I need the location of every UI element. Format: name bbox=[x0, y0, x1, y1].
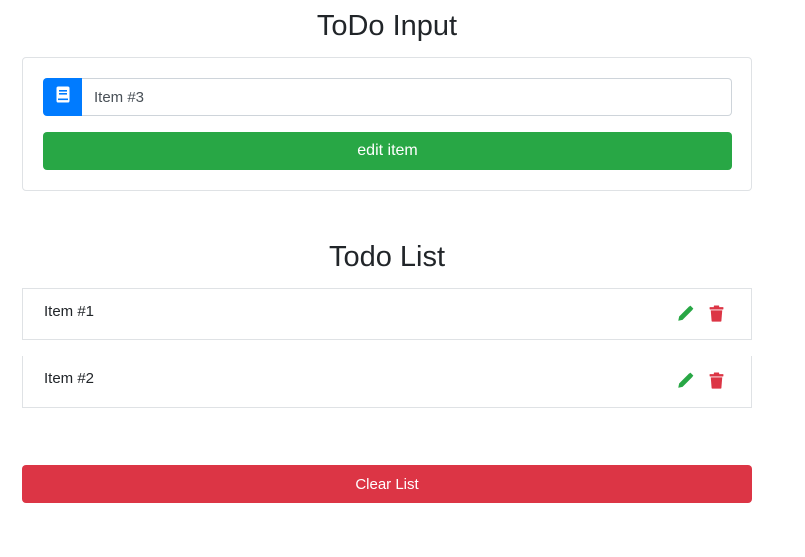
pencil-icon[interactable] bbox=[676, 304, 694, 322]
trash-icon[interactable] bbox=[707, 304, 725, 322]
todo-app: ToDo Input edit item Todo List Item #1 bbox=[0, 0, 805, 557]
todo-input[interactable] bbox=[82, 78, 732, 116]
list-item: Item #1 bbox=[22, 288, 752, 340]
trash-icon[interactable] bbox=[707, 371, 725, 389]
clear-list-button[interactable]: Clear List bbox=[22, 465, 752, 503]
input-addon bbox=[43, 78, 82, 116]
book-icon bbox=[56, 86, 70, 108]
list-item-label: Item #1 bbox=[44, 303, 95, 320]
list-item: Item #2 bbox=[22, 356, 752, 408]
todo-input-card: edit item bbox=[22, 57, 752, 191]
pencil-icon[interactable] bbox=[676, 371, 694, 389]
list-section-title: Todo List bbox=[328, 241, 446, 273]
list-item-label: Item #2 bbox=[44, 370, 95, 387]
list-item-actions bbox=[676, 304, 725, 322]
edit-item-button[interactable]: edit item bbox=[43, 132, 732, 170]
list-item-actions bbox=[676, 371, 725, 389]
todo-input-group bbox=[43, 78, 732, 116]
input-section-title: ToDo Input bbox=[316, 10, 458, 42]
